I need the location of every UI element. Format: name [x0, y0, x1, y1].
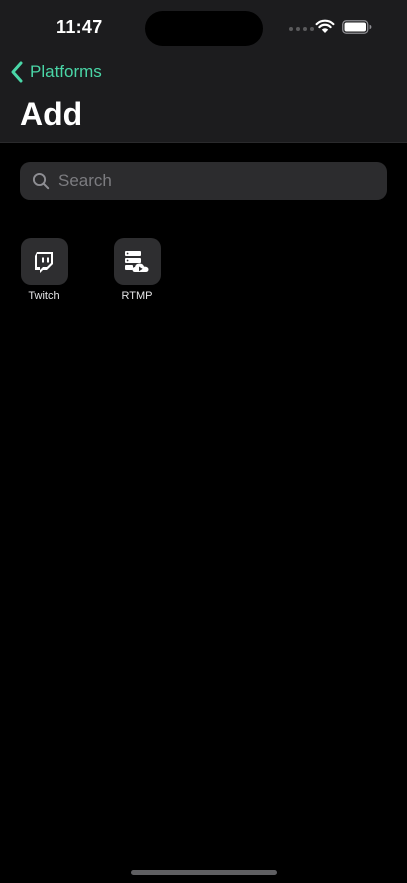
- dynamic-island: [145, 11, 263, 46]
- battery-icon: [342, 20, 372, 34]
- home-indicator[interactable]: [131, 870, 277, 875]
- status-time: 11:47: [56, 17, 103, 37]
- page-title: Add: [20, 96, 83, 132]
- twitch-icon: [35, 251, 53, 273]
- platform-tile-twitch[interactable]: Twitch: [20, 238, 68, 302]
- cellular-signal-icon: [289, 27, 314, 31]
- platform-label: RTMP: [121, 290, 153, 302]
- header: 11:47 Platforms Add: [0, 0, 407, 143]
- tile-icon-bg: [20, 238, 68, 285]
- platform-label: Twitch: [28, 290, 60, 302]
- rtmp-server-icon: [125, 250, 149, 272]
- tile-icon-bg: [113, 238, 161, 285]
- chevron-left-icon: [11, 61, 23, 83]
- back-button[interactable]: Platforms: [10, 59, 102, 85]
- search-input[interactable]: [58, 162, 387, 200]
- platform-tile-rtmp[interactable]: RTMP: [113, 238, 161, 302]
- search-icon: [32, 172, 50, 190]
- screen: 11:47 Platforms Add Search Twitch RTMP: [0, 0, 407, 883]
- wifi-icon: [315, 19, 335, 33]
- back-button-label: Platforms: [30, 62, 102, 81]
- search-field[interactable]: [20, 162, 387, 200]
